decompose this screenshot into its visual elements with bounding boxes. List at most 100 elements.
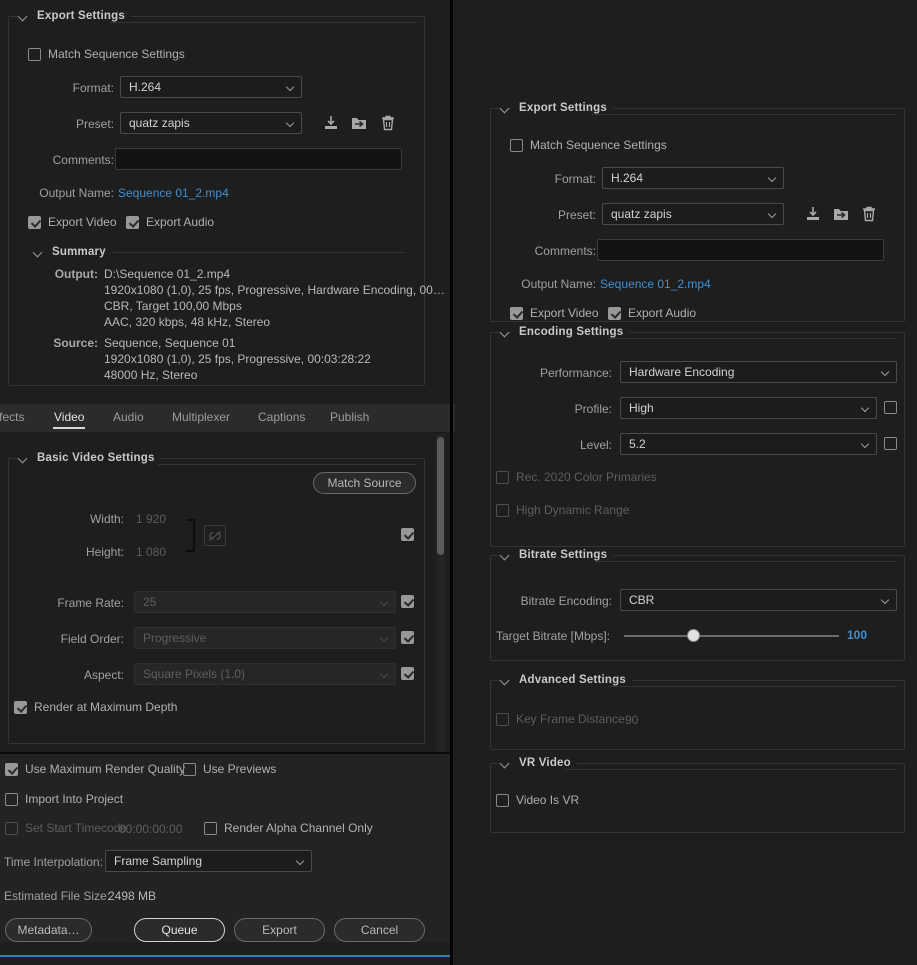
import-preset-icon[interactable] — [349, 113, 369, 133]
chevron-down-icon — [501, 104, 510, 113]
advanced-settings-title[interactable]: Advanced Settings — [499, 674, 632, 686]
import-into-project-checkbox[interactable]: Import Into Project — [5, 792, 123, 806]
summary-output-line-1: 1920x1080 (1,0), 25 fps, Progressive, Ha… — [104, 283, 445, 297]
use-max-render-quality-checkbox[interactable]: Use Maximum Render Quality — [5, 762, 185, 776]
delete-preset-icon[interactable] — [859, 204, 879, 224]
vr-video-title[interactable]: VR Video — [499, 757, 577, 769]
chevron-down-icon — [501, 328, 510, 337]
right-format-select[interactable]: H.264 — [602, 167, 784, 189]
vr-video-rule — [565, 769, 897, 770]
right-match-sequence-settings-checkbox[interactable]: Match Sequence Settings — [510, 138, 667, 152]
key-frame-distance-value[interactable]: 90 — [625, 713, 638, 727]
left-output-name-link[interactable]: Sequence 01_2.mp4 — [118, 186, 229, 200]
height-value[interactable]: 1 080 — [136, 545, 166, 559]
save-preset-icon[interactable] — [803, 204, 823, 224]
render-alpha-only-checkbox[interactable]: Render Alpha Channel Only — [204, 821, 373, 835]
checkbox-box — [14, 700, 27, 714]
use-previews-checkbox[interactable]: Use Previews — [183, 762, 276, 776]
scrollbar-thumb[interactable] — [437, 437, 444, 555]
right-preset-select[interactable]: quatz zapis — [602, 203, 784, 225]
level-checkbox[interactable] — [884, 437, 897, 450]
tab-captions[interactable]: Captions — [258, 410, 305, 424]
dimensions-checkbox[interactable] — [401, 528, 414, 541]
width-value[interactable]: 1 920 — [136, 512, 166, 526]
left-preset-label: Preset: — [75, 117, 114, 131]
field-order-checkbox[interactable] — [401, 631, 414, 644]
left-comments-input[interactable] — [115, 148, 402, 170]
aspect-checkbox[interactable] — [401, 667, 414, 680]
bitrate-encoding-value: CBR — [629, 593, 655, 607]
broken-chain-icon[interactable] — [204, 525, 226, 546]
field-order-select[interactable]: Progressive — [134, 627, 396, 649]
tab-publish[interactable]: Publish — [330, 410, 369, 424]
left-tabbar: ffects Video Audio Multiplexer Captions … — [0, 404, 455, 433]
tab-multiplexer[interactable]: Multiplexer — [172, 410, 230, 424]
left-preset-select[interactable]: quatz zapis — [120, 112, 302, 134]
profile-checkbox[interactable] — [884, 401, 897, 414]
left-basic-video-title[interactable]: Basic Video Settings — [17, 452, 161, 464]
frame-rate-checkbox[interactable] — [401, 595, 414, 608]
summary-source-line-2: 48000 Hz, Stereo — [104, 368, 198, 382]
key-frame-distance-checkbox[interactable]: Key Frame Distance: — [496, 712, 628, 726]
chevron-down-icon — [882, 597, 889, 604]
encoding-settings-title[interactable]: Encoding Settings — [499, 326, 630, 338]
target-bitrate-slider[interactable] — [624, 626, 839, 646]
left-content-scrollbar[interactable] — [436, 434, 445, 752]
left-pane-active-underline — [0, 955, 450, 957]
checkbox-label: Render Alpha Channel Only — [224, 821, 373, 835]
cancel-button[interactable]: Cancel — [334, 918, 425, 942]
high-dynamic-range-checkbox[interactable]: High Dynamic Range — [496, 503, 629, 517]
left-format-select[interactable]: H.264 — [120, 76, 302, 98]
video-is-vr-checkbox[interactable]: Video Is VR — [496, 793, 579, 807]
left-export-audio-checkbox[interactable]: Export Audio — [126, 215, 214, 229]
frame-rate-select[interactable]: 25 — [134, 591, 396, 613]
queue-button[interactable]: Queue — [134, 918, 225, 942]
pane-divider[interactable] — [450, 0, 453, 965]
render-max-depth-checkbox[interactable]: Render at Maximum Depth — [14, 700, 177, 714]
bitrate-settings-title[interactable]: Bitrate Settings — [499, 549, 614, 561]
checkbox-label: Export Audio — [146, 215, 215, 229]
level-select[interactable]: 5.2 — [620, 433, 877, 455]
left-match-sequence-settings-checkbox[interactable]: Match Sequence Settings — [28, 47, 185, 61]
right-comments-input[interactable] — [597, 239, 884, 261]
left-summary-title[interactable]: Summary — [32, 246, 112, 258]
right-export-settings-title[interactable]: Export Settings — [499, 102, 613, 114]
tab-effects[interactable]: ffects — [0, 410, 24, 424]
target-bitrate-label: Target Bitrate [Mbps]: — [495, 629, 610, 643]
right-export-audio-checkbox[interactable]: Export Audio — [608, 306, 696, 320]
width-label: Width: — [89, 512, 124, 526]
checkbox-box — [126, 215, 139, 229]
aspect-select[interactable]: Square Pixels (1.0) — [134, 663, 396, 685]
profile-select[interactable]: High — [620, 397, 877, 419]
checkbox-label: Video Is VR — [516, 793, 580, 807]
target-bitrate-value[interactable]: 100 — [847, 628, 867, 642]
tab-audio[interactable]: Audio — [113, 410, 144, 424]
start-timecode-value[interactable]: 00:00:00:00 — [119, 822, 182, 836]
chevron-down-icon — [501, 759, 510, 768]
save-preset-icon[interactable] — [321, 113, 341, 133]
checkbox-box — [5, 762, 18, 776]
rec2020-color-primaries-checkbox[interactable]: Rec. 2020 Color Primaries — [496, 470, 657, 484]
right-format-label: Format: — [554, 172, 596, 186]
metadata-button[interactable]: Metadata… — [5, 918, 92, 942]
performance-select[interactable]: Hardware Encoding — [620, 361, 897, 383]
tab-video[interactable]: Video — [52, 410, 86, 429]
delete-preset-icon[interactable] — [378, 113, 398, 133]
match-source-button[interactable]: Match Source — [313, 472, 416, 494]
left-export-video-checkbox[interactable]: Export Video — [28, 215, 117, 229]
slider-knob[interactable] — [687, 629, 700, 642]
right-output-name-link[interactable]: Sequence 01_2.mp4 — [600, 277, 711, 291]
export-button[interactable]: Export — [234, 918, 325, 942]
time-interpolation-select[interactable]: Frame Sampling — [105, 850, 312, 872]
summary-output-line-3: AAC, 320 kbps, 48 kHz, Stereo — [104, 315, 271, 329]
height-label: Height: — [85, 545, 124, 559]
field-order-label: Field Order: — [60, 632, 124, 646]
right-export-video-checkbox[interactable]: Export Video — [510, 306, 599, 320]
left-export-settings-title[interactable]: Export Settings — [17, 10, 131, 22]
import-preset-icon[interactable] — [831, 204, 851, 224]
left-export-settings-rule — [110, 22, 417, 23]
bitrate-encoding-select[interactable]: CBR — [620, 589, 897, 611]
set-start-timecode-checkbox[interactable]: Set Start Timecode — [5, 821, 127, 835]
checkbox-box — [5, 792, 18, 806]
chevron-down-icon — [501, 551, 510, 560]
